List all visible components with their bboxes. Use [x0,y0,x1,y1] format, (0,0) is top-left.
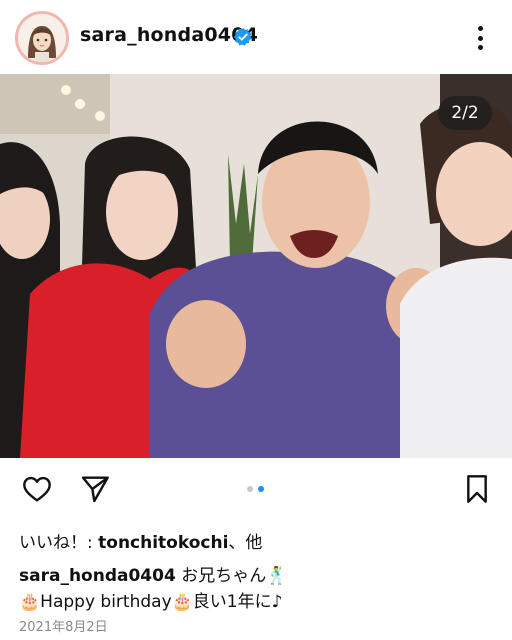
caption-line-1: sara_honda0404 お兄ちゃん🕺 [19,561,287,586]
post-date: 2021年8月2日 [19,620,108,635]
caption-username[interactable]: sara_honda0404 [19,566,176,586]
carousel-dot-active[interactable] [258,486,264,492]
likes-user[interactable]: tonchitokochi [98,533,228,553]
post-photo[interactable]: 2/2 [0,74,512,458]
send-icon[interactable] [78,473,112,505]
avatar-illustration [18,14,66,62]
photo-illustration [0,74,512,458]
action-bar [0,458,512,520]
bookmark-icon[interactable] [460,473,494,505]
slide-counter: 2/2 [438,96,492,130]
more-vertical-icon[interactable] [470,24,490,52]
caption-line-2: 🎂Happy birthday🎂良い1年に♪ [19,592,283,612]
carousel-indicator [247,486,264,492]
username[interactable]: sara_honda0404 [80,24,258,46]
likes-prefix: いいね！: [19,533,99,553]
likes-line: いいね！: tonchitokochi、他 [19,528,262,553]
dancing-emoji: 🕺 [266,566,288,586]
caption-text-1: お兄ちゃん [175,566,267,586]
verified-badge-icon [233,27,252,46]
carousel-dot[interactable] [247,486,253,492]
likes-suffix[interactable]: 、他 [228,533,262,553]
post-header: sara_honda0404 [0,0,512,74]
avatar[interactable] [15,11,69,65]
heart-icon[interactable] [20,473,54,505]
